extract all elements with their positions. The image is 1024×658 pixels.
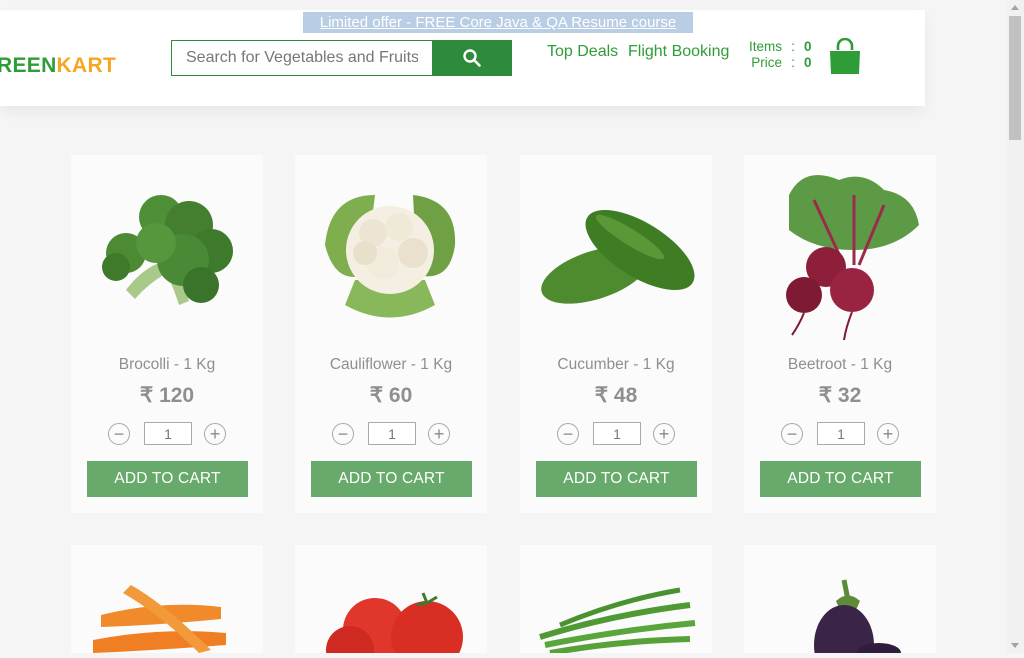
quantity-input[interactable] [368,422,416,445]
cart-bag-icon[interactable] [828,37,862,81]
scroll-up-arrow[interactable] [1011,5,1019,10]
product-price: ₹ 32 [818,384,862,407]
top-deals-link[interactable]: Top Deals [547,43,618,61]
product-card: Brocolli - 1 Kg ₹ 120 − + ADD TO CART [71,155,263,513]
product-card [71,545,263,653]
add-to-cart-button[interactable]: ADD TO CART [760,461,921,497]
quantity-input[interactable] [593,422,641,445]
decrement-button[interactable]: − [557,423,579,445]
product-card [520,545,712,656]
flight-booking-link[interactable]: Flight Booking [628,43,729,61]
price-total: 0 [804,55,812,70]
increment-button[interactable]: + [428,423,450,445]
increment-button[interactable]: + [204,423,226,445]
carrot-image [93,585,226,653]
increment-button[interactable]: + [653,423,675,445]
increment-button[interactable]: + [877,423,899,445]
search-icon [463,49,481,67]
vertical-scrollbar[interactable] [1007,0,1024,653]
beans-image [539,587,696,656]
brinjal-image [814,579,901,658]
product-name: Cucumber - 1 Kg [557,356,675,373]
scroll-thumb[interactable] [1009,16,1021,140]
search-input[interactable] [171,40,432,76]
tomato-image [326,592,463,658]
product-price: ₹ 48 [594,384,638,407]
decrement-button[interactable]: − [332,423,354,445]
logo[interactable]: REENKART [0,54,116,78]
quantity-stepper: − + [781,422,899,446]
add-to-cart-button[interactable]: ADD TO CART [87,461,248,497]
cart-summary: Items : 0 Price : 0 [740,39,818,71]
cucumber-image [520,155,712,345]
product-card: Cucumber - 1 Kg ₹ 48 − + ADD TO CART [520,155,712,513]
product-card: Beetroot - 1 Kg ₹ 32 − + ADD TO CART [744,155,936,513]
quantity-stepper: − + [332,422,450,446]
product-name: Beetroot - 1 Kg [787,356,893,373]
beetroot-image [744,155,936,345]
price-label: Price [751,55,782,70]
add-to-cart-button[interactable]: ADD TO CART [311,461,472,497]
product-card: Cauliflower - 1 Kg ₹ 60 − + ADD TO CART [295,155,487,513]
items-colon: : [791,39,795,54]
product-price: ₹ 60 [369,384,413,407]
product-card [295,545,487,658]
scroll-down-arrow[interactable] [1011,643,1019,648]
cauliflower-image [295,155,487,345]
items-label: Items [748,39,782,54]
logo-green-text: REEN [0,54,57,77]
price-colon: : [791,55,795,70]
quantity-input[interactable] [144,422,192,445]
quantity-input[interactable] [817,422,865,445]
quantity-stepper: − + [557,422,675,446]
decrement-button[interactable]: − [781,423,803,445]
product-name: Brocolli - 1 Kg [118,356,216,373]
product-name: Cauliflower - 1 Kg [329,356,453,373]
decrement-button[interactable]: − [108,423,130,445]
add-to-cart-button[interactable]: ADD TO CART [536,461,697,497]
product-card [744,545,936,658]
items-count: 0 [804,39,812,54]
product-price: ₹ 120 [139,384,195,407]
offer-banner-link[interactable]: Limited offer - FREE Core Java & QA Resu… [303,12,693,33]
quantity-stepper: − + [108,422,226,446]
logo-orange-text: KART [56,54,117,77]
search-bar [171,40,512,76]
search-button[interactable] [432,40,512,76]
broccoli-image [71,155,263,345]
